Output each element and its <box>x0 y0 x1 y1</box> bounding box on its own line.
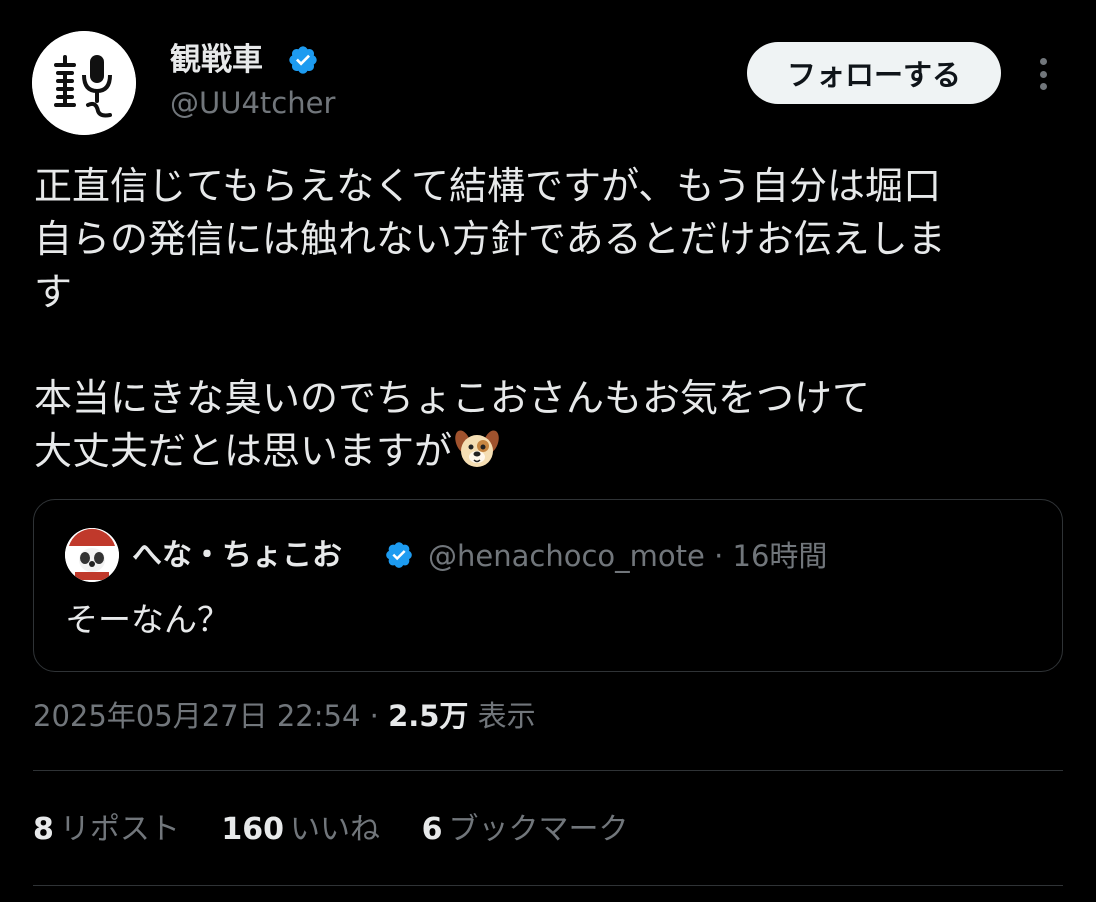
quoted-tweet-card[interactable]: へな・ちょこお @henachoco_mote · 16時間 そーなん？ <box>33 499 1063 672</box>
stat-bookmarks[interactable]: 6 ブックマーク <box>422 812 629 847</box>
dog-face-emoji-icon <box>455 430 499 467</box>
tweet-line: 本当にきな臭いのでちょこおさんもお気をつけて <box>34 376 871 420</box>
views-count: 2.5万 <box>388 699 469 733</box>
divider <box>33 770 1063 771</box>
quoted-handle[interactable]: @henachoco_mote <box>428 539 705 573</box>
tweet-line: す <box>34 270 73 314</box>
views-label: 表示 <box>477 699 536 733</box>
stat-label: いいね <box>290 812 381 847</box>
tweet-text: 正直信じてもらえなくて結構ですが、もう自分は堀口 自らの発信には触れない方針であ… <box>34 160 1054 478</box>
stat-label: ブックマーク <box>448 812 629 847</box>
tweet-line-last: 大丈夫だとは思いますが <box>34 425 1054 478</box>
quoted-time[interactable]: 16時間 <box>733 539 828 573</box>
engagement-stats: 8 リポスト 160 いいね 6 ブックマーク <box>33 810 660 850</box>
divider <box>33 885 1063 886</box>
tweet-line: 自らの発信には触れない方針であるとだけお伝えしま <box>34 217 946 261</box>
author-display-name[interactable]: 観戦車 <box>170 40 263 80</box>
follow-button[interactable]: フォローする <box>747 42 1001 104</box>
tweet-page: 観戦車 @UU4tcher フォローする 正直信じてもらえなくて結構ですが、もう… <box>0 0 1096 902</box>
tweet-meta-row: 2025年05月27日 22:54 · 2.5万 表示 <box>33 696 536 736</box>
quoted-text: そーなん？ <box>65 600 230 639</box>
quoted-separator: · <box>714 539 724 573</box>
quoted-author-name[interactable]: へな・ちょこお <box>132 536 342 576</box>
stat-likes[interactable]: 160 いいね <box>221 812 380 847</box>
author-avatar[interactable] <box>32 31 136 135</box>
verified-badge-icon <box>289 46 317 74</box>
stat-count: 8 <box>33 812 54 847</box>
stat-reposts[interactable]: 8 リポスト <box>33 812 180 847</box>
stat-count: 160 <box>221 812 285 847</box>
quoted-meta: @henachoco_mote · 16時間 <box>428 536 827 576</box>
quoted-verified-badge-icon <box>386 542 412 568</box>
author-handle[interactable]: @UU4tcher <box>170 84 335 122</box>
microphone-logo-icon <box>32 31 136 135</box>
tweet-line-text: 大丈夫だとは思いますが <box>34 429 453 473</box>
meta-separator: · <box>369 699 379 733</box>
tweet-timestamp[interactable]: 2025年05月27日 22:54 <box>33 699 360 733</box>
quoted-author-avatar[interactable] <box>65 528 119 582</box>
stat-label: リポスト <box>59 812 180 847</box>
more-dots-icon[interactable] <box>1026 52 1060 96</box>
tweet-line: 正直信じてもらえなくて結構ですが、もう自分は堀口 <box>34 164 942 208</box>
stat-count: 6 <box>421 812 443 847</box>
quoted-avatar-image-icon <box>65 528 119 582</box>
